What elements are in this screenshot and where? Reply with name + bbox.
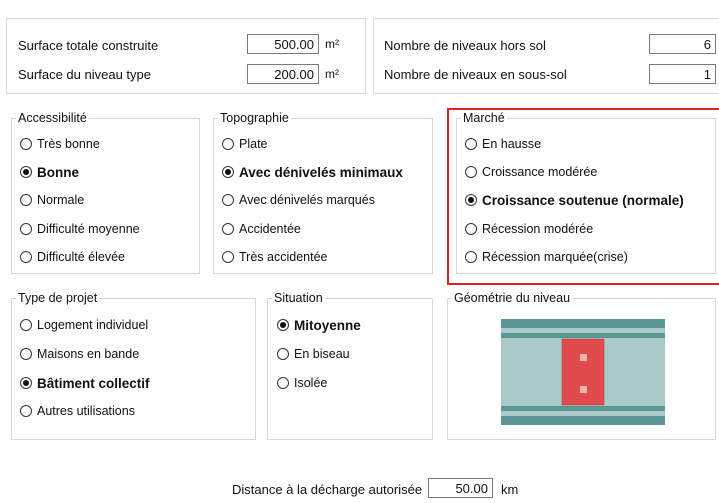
niveaux-sous-sol-field[interactable]: 1	[649, 64, 716, 84]
marche-option-croissance-soutenue[interactable]: Croissance soutenue (normale)	[465, 191, 684, 209]
type-projet-title: Type de projet	[16, 291, 100, 305]
marche-option-recession-marquee[interactable]: Récession marquée(crise)	[465, 248, 628, 266]
surface-niveau-unit: m²	[325, 67, 339, 81]
radio-circle-icon	[277, 348, 289, 360]
topographie-option-accidentee[interactable]: Accidentée	[222, 220, 301, 238]
radio-circle-icon	[20, 319, 32, 331]
topographie-group: Topographie Plate Avec dénivelés minimau…	[213, 111, 433, 274]
situation-option-mitoyenne[interactable]: Mitoyenne	[277, 316, 361, 334]
radio-circle-icon	[20, 166, 32, 178]
geometrie-preview	[501, 319, 665, 425]
radio-circle-icon	[465, 251, 477, 263]
situation-option-en-biseau[interactable]: En biseau	[277, 345, 350, 363]
geometrie-title: Géométrie du niveau	[452, 291, 573, 305]
window-lower	[580, 386, 587, 393]
surface-totale-label: Surface totale construite	[18, 38, 159, 53]
topographie-option-tres-accidentee[interactable]: Très accidentée	[222, 248, 327, 266]
floor-plan-diagram	[501, 319, 665, 425]
topographie-title: Topographie	[218, 111, 291, 125]
radio-circle-icon	[20, 405, 32, 417]
radio-circle-icon	[465, 223, 477, 235]
marche-option-croissance-moderee[interactable]: Croissance modérée	[465, 163, 597, 181]
situation-option-isolee[interactable]: Isolée	[277, 374, 327, 392]
accessibilite-option-tres-bonne[interactable]: Très bonne	[20, 135, 100, 153]
surface-totale-unit: m²	[325, 37, 339, 51]
radio-circle-icon	[20, 194, 32, 206]
band-lower-dark	[501, 406, 665, 411]
radio-circle-icon	[222, 138, 234, 150]
surface-panel: Surface totale construite 500.00 m² Surf…	[6, 18, 366, 94]
radio-circle-icon	[222, 223, 234, 235]
marche-title: Marché	[461, 111, 507, 125]
window-upper	[580, 354, 587, 361]
niveaux-panel: Nombre de niveaux hors sol 6 Nombre de n…	[373, 18, 719, 94]
accessibilite-option-bonne[interactable]: Bonne	[20, 163, 79, 181]
surface-niveau-label: Surface du niveau type	[18, 67, 151, 82]
band-upper-dark	[501, 333, 665, 338]
type-projet-option-logement-individuel[interactable]: Logement individuel	[20, 316, 148, 334]
marche-group: Marché En hausse Croissance modérée Croi…	[456, 111, 716, 274]
geometrie-group: Géométrie du niveau	[447, 291, 716, 440]
accessibilite-title: Accessibilité	[16, 111, 89, 125]
niveaux-hors-sol-label: Nombre de niveaux hors sol	[384, 38, 546, 53]
type-projet-group: Type de projet Logement individuel Maiso…	[11, 291, 256, 440]
radio-circle-icon	[277, 377, 289, 389]
marche-option-en-hausse[interactable]: En hausse	[465, 135, 541, 153]
distance-label: Distance à la décharge autorisée	[232, 482, 423, 497]
accessibilite-group: Accessibilité Très bonne Bonne Normale D…	[11, 111, 200, 274]
radio-circle-icon	[20, 251, 32, 263]
band-top-dark	[501, 319, 665, 328]
radio-circle-icon	[20, 223, 32, 235]
topographie-option-deniveles-marques[interactable]: Avec dénivelés marqués	[222, 191, 375, 209]
radio-circle-icon	[222, 251, 234, 263]
type-projet-option-batiment-collectif[interactable]: Bâtiment collectif	[20, 374, 150, 392]
surface-totale-field[interactable]: 500.00	[247, 34, 319, 54]
surface-niveau-field[interactable]: 200.00	[247, 64, 319, 84]
radio-circle-icon	[20, 377, 32, 389]
type-projet-option-maisons-en-bande[interactable]: Maisons en bande	[20, 345, 139, 363]
building-block	[561, 338, 605, 406]
accessibilite-option-normale[interactable]: Normale	[20, 191, 84, 209]
radio-circle-icon	[20, 138, 32, 150]
radio-circle-icon	[465, 138, 477, 150]
radio-circle-icon	[222, 194, 234, 206]
marche-option-recession-moderee[interactable]: Récession modérée	[465, 220, 593, 238]
radio-circle-icon	[465, 166, 477, 178]
situation-title: Situation	[272, 291, 325, 305]
band-bottom-dark	[501, 416, 665, 425]
radio-circle-icon	[465, 194, 477, 206]
situation-group: Situation Mitoyenne En biseau Isolée	[267, 291, 433, 440]
radio-circle-icon	[222, 166, 234, 178]
accessibilite-option-difficulte-elevee[interactable]: Difficulté élevée	[20, 248, 125, 266]
radio-circle-icon	[20, 348, 32, 360]
niveaux-sous-sol-label: Nombre de niveaux en sous-sol	[384, 67, 567, 82]
type-projet-option-autres-utilisations[interactable]: Autres utilisations	[20, 402, 135, 420]
niveaux-hors-sol-field[interactable]: 6	[649, 34, 716, 54]
topographie-option-deniveles-minimaux[interactable]: Avec dénivelés minimaux	[222, 163, 403, 181]
distance-field[interactable]: 50.00	[428, 478, 493, 498]
topographie-option-plate[interactable]: Plate	[222, 135, 268, 153]
distance-unit: km	[501, 482, 519, 497]
accessibilite-option-difficulte-moyenne[interactable]: Difficulté moyenne	[20, 220, 140, 238]
radio-circle-icon	[277, 319, 289, 331]
